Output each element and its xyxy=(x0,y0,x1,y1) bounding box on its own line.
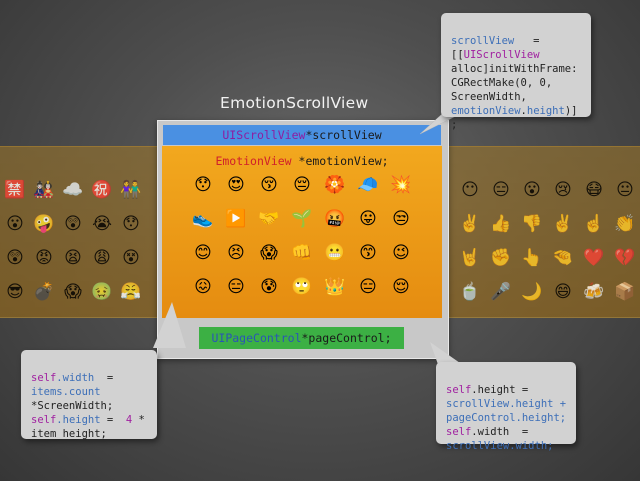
emotion-view-label: EmotionView *emotionView; xyxy=(162,154,442,168)
emoji-icon: 🙄 xyxy=(291,277,313,297)
emoji-icon: 👫 xyxy=(120,180,142,200)
scroll-view-var: *scrollView xyxy=(305,128,382,142)
emoji-icon: 👏 xyxy=(614,214,636,234)
emoji-icon: 😑 xyxy=(492,180,510,200)
center-emoji-grid: 😯 😍 😚 😔 🏵️ 🧢 💥 👟 ▶️ 🤝 🌱 🤬 😛 😒 😊 😣 😱 👊 😬 😙 😉 😖 😑 😰 🙄 👑 😑 😌 xyxy=(192,174,423,310)
emoji-icon: 😯 xyxy=(122,214,140,234)
emoji-icon: 🎎 xyxy=(33,180,55,200)
emoji-icon: ▶️ xyxy=(225,209,247,229)
emoji-icon: 😢 xyxy=(554,180,572,200)
emoji-icon: 😤 xyxy=(120,282,142,302)
emoji-icon: 😐 xyxy=(616,180,634,200)
emoji-icon: 👍 xyxy=(490,214,512,234)
callout-height-width: self.height = scrollView.height + pageCo… xyxy=(436,362,576,452)
emotion-view-type: EmotionView xyxy=(215,154,292,168)
emoji-icon: 🍵 xyxy=(459,282,481,302)
emoji-icon: 😚 xyxy=(260,175,278,195)
scroll-view-bar: UIScrollView *scrollView xyxy=(163,125,441,145)
right-emoji-strip: 😶 😑 😮 😢 😷 😐 ✌️ 👍 👎 ✌️ ☝️ 👏 🤘 ✊ 👆 🤏 ❤️ 💔 🍵 🎤 🌙 😄 🍻 📦 xyxy=(447,146,640,318)
emoji-icon: 🏵️ xyxy=(324,175,346,195)
left-emoji-grid: 🈲 🎎 ☁️ ㊗️ 👫 😮 🤪 😲 😭 😯 😲 😡 😫 😩 😵 😎 💣 😱 🤢 😤 xyxy=(4,179,149,315)
emoji-icon: ✊ xyxy=(490,248,512,268)
emoji-icon: 👎 xyxy=(521,214,543,234)
emoji-icon: ㊗️ xyxy=(91,180,113,200)
emoji-icon: 😫 xyxy=(64,248,82,268)
emoji-icon: 🌱 xyxy=(291,209,313,229)
callout-self-size: self.width = items.count *ScreenWidth; s… xyxy=(21,350,157,440)
emoji-icon: 💣 xyxy=(33,282,55,302)
emoji-icon: ✌️ xyxy=(552,214,574,234)
emoji-icon: 🤝 xyxy=(258,209,280,229)
emoji-icon: 🤏 xyxy=(552,248,574,268)
right-emoji-grid: 😶 😑 😮 😢 😷 😐 ✌️ 👍 👎 ✌️ ☝️ 👏 🤘 ✊ 👆 🤏 ❤️ 💔 🍵 🎤 🌙 😄 🍻 📦 xyxy=(459,179,640,315)
callout-scroll-view-init: scrollView = [[UIScrollView alloc]initWi… xyxy=(441,13,591,131)
emoji-icon: 😲 xyxy=(64,214,82,234)
emoji-icon: 😬 xyxy=(324,243,346,263)
emoji-icon: 💔 xyxy=(614,248,636,268)
emoji-icon: 😛 xyxy=(359,209,377,229)
emoji-icon: 😮 xyxy=(6,214,24,234)
emoji-icon: 😄 xyxy=(554,282,572,302)
emoji-icon: 😱 xyxy=(260,243,278,263)
emoji-icon: 😌 xyxy=(392,277,410,297)
emoji-icon: 💥 xyxy=(390,175,412,195)
diagram-title: EmotionScrollView xyxy=(220,94,369,112)
emoji-icon: 😲 xyxy=(6,248,24,268)
page-control-bar: UIPageControl *pageControl; xyxy=(199,327,404,349)
emoji-icon: 😰 xyxy=(260,277,278,297)
emotion-view-var: *emotionView; xyxy=(291,154,389,168)
emoji-icon: 👑 xyxy=(324,277,346,297)
emoji-icon: 🎤 xyxy=(490,282,512,302)
emoji-icon: 😭 xyxy=(92,214,112,234)
emoji-icon: ☝️ xyxy=(583,214,605,234)
emoji-icon: 😩 xyxy=(93,248,111,268)
emoji-icon: ✌️ xyxy=(459,214,481,234)
emoji-icon: 🧢 xyxy=(357,175,379,195)
left-emoji-strip: 🈲 🎎 ☁️ ㊗️ 👫 😮 🤪 😲 😭 😯 😲 😡 😫 😩 😵 😎 💣 😱 🤢 😤 xyxy=(0,146,157,318)
scroll-view-type: UIScrollView xyxy=(222,128,306,142)
emoji-icon: 🤪 xyxy=(33,214,55,234)
emoji-icon: 😉 xyxy=(392,243,410,263)
emoji-icon: 📦 xyxy=(614,282,636,302)
emoji-icon: 😱 xyxy=(64,282,82,302)
emoji-icon: 😑 xyxy=(227,277,245,297)
emoji-icon: ❤️ xyxy=(583,248,605,268)
emoji-icon: 😒 xyxy=(392,209,410,229)
emoji-icon: 😣 xyxy=(227,243,245,263)
emoji-icon: 🌙 xyxy=(521,282,543,302)
emotion-view: EmotionView *emotionView; 😯 😍 😚 😔 🏵️ 🧢 💥 👟 ▶️ 🤝 🌱 🤬… xyxy=(162,146,442,318)
emoji-icon: 🈲 xyxy=(4,180,26,200)
emoji-icon: 😵 xyxy=(122,248,140,268)
emoji-icon: 😔 xyxy=(293,175,311,195)
emoji-icon: 🤬 xyxy=(324,209,346,229)
emoji-icon: 😖 xyxy=(194,277,212,297)
emoji-icon: 😶 xyxy=(461,180,479,200)
page-control-type: UIPageControl xyxy=(211,331,302,345)
page-control-var: *pageControl; xyxy=(301,331,392,345)
emoji-icon: 🤘 xyxy=(459,248,481,268)
emoji-icon: 👟 xyxy=(192,209,214,229)
emoji-icon: 😯 xyxy=(194,175,212,195)
emoji-icon: 👊 xyxy=(291,243,313,263)
emoji-icon: 🍻 xyxy=(583,282,605,302)
emoji-icon: 🤢 xyxy=(91,282,113,302)
emoji-icon: 😍 xyxy=(227,175,245,195)
emoji-icon: 😊 xyxy=(194,243,212,263)
emoji-icon: 😙 xyxy=(359,243,377,263)
emoji-icon: 😮 xyxy=(523,180,541,200)
emoji-icon: ☁️ xyxy=(62,180,84,200)
emoji-icon: 😑 xyxy=(359,277,377,297)
emoji-icon: 😷 xyxy=(585,180,603,200)
emoji-icon: 😡 xyxy=(35,248,53,268)
emoji-icon: 😎 xyxy=(6,282,24,302)
emoji-icon: 👆 xyxy=(521,248,543,268)
